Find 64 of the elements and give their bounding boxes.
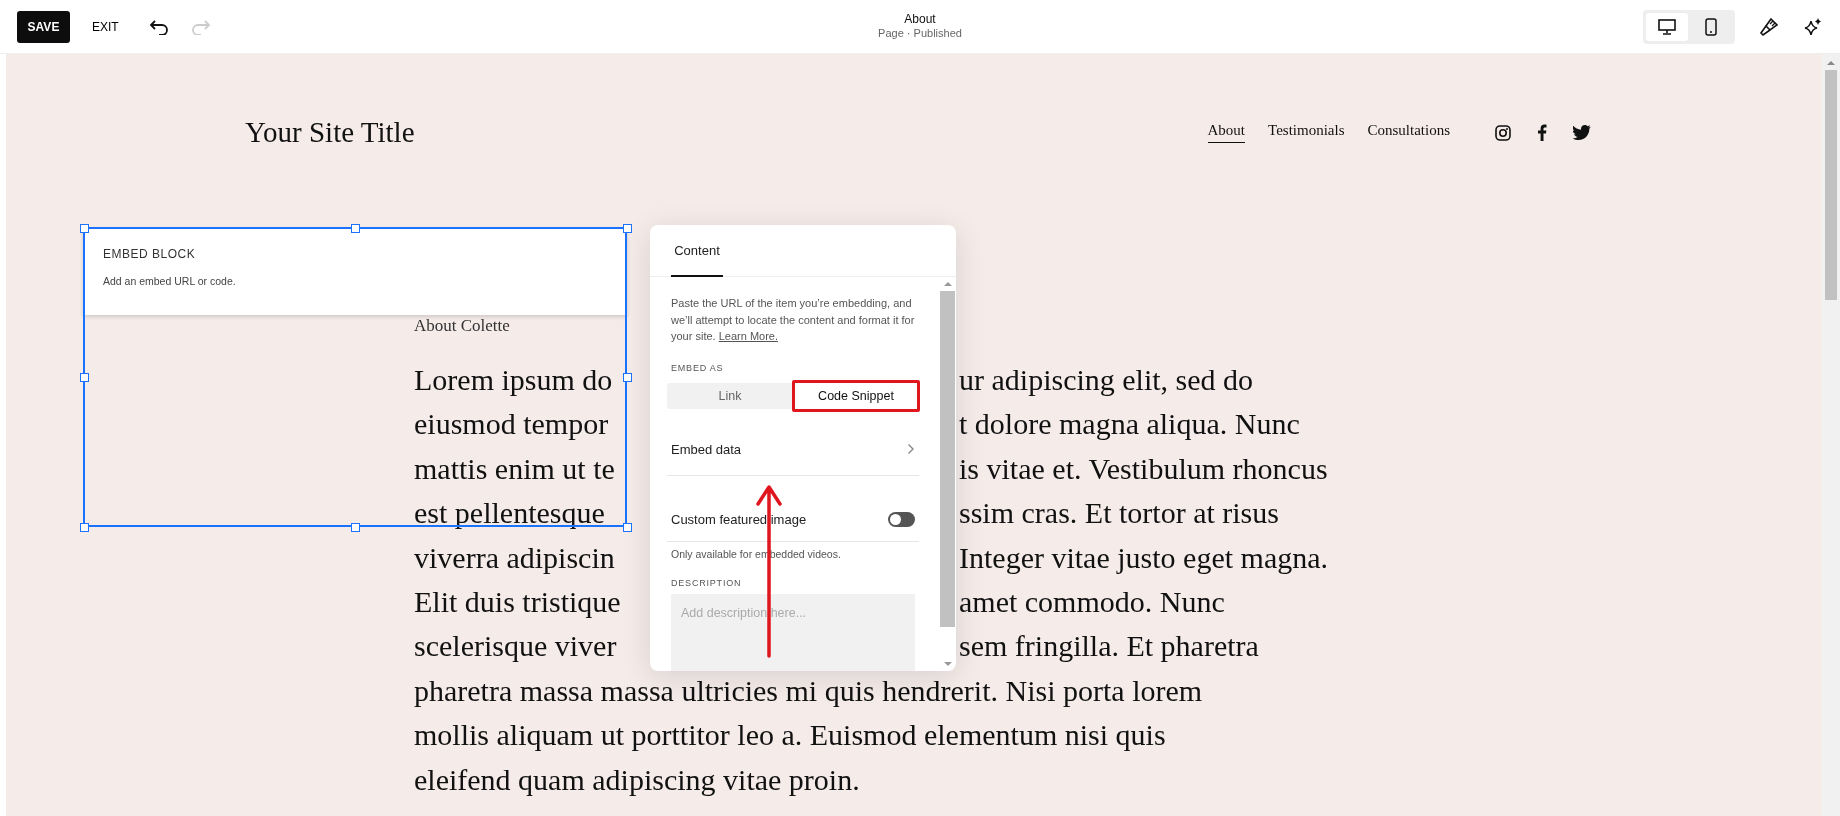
embed-block-hint: Add an embed URL or code.	[103, 275, 237, 287]
body-text: eleifend quam adipiscing vitae proin.	[414, 761, 860, 798]
facebook-icon[interactable]	[1537, 124, 1547, 141]
embed-as-label: EMBED AS	[671, 362, 725, 373]
site-title[interactable]: Your Site Title	[245, 116, 415, 149]
resize-handle[interactable]	[351, 523, 360, 532]
exit-button[interactable]: EXIT	[92, 19, 119, 34]
description-field[interactable]: Add description here...	[671, 593, 915, 671]
body-text: mattis enim ut te	[414, 450, 616, 487]
body-text: sem fringilla. Et pharetra	[959, 628, 1259, 665]
resize-handle[interactable]	[351, 224, 360, 233]
nav-link[interactable]: Consultations	[1367, 122, 1450, 143]
page-heading: About Colette	[414, 316, 510, 336]
toggle-switch[interactable]	[888, 511, 915, 527]
scroll-down-icon[interactable]	[943, 661, 952, 667]
scroll-up-icon[interactable]	[1827, 60, 1835, 66]
description-label: DESCRIPTION	[671, 577, 743, 588]
body-text: viverra adipiscin	[414, 539, 616, 576]
undo-icon[interactable]	[148, 18, 169, 35]
paintbrush-icon[interactable]	[1759, 16, 1779, 37]
embed-type-option[interactable]: Link	[667, 382, 793, 410]
desktop-button[interactable]	[1646, 12, 1688, 41]
body-text: ur adipiscing elit, sed do	[959, 362, 1254, 398]
scrollbar[interactable]	[1822, 54, 1840, 816]
resize-handle[interactable]	[80, 373, 89, 382]
embed-block-label: EMBED BLOCK	[103, 247, 197, 261]
nav-link[interactable]: Testimonials	[1268, 122, 1345, 143]
intro-text: Paste the URL of the item you’re embedding, and we’ll attempt to locate the content and format it for your site. Learn More.	[671, 296, 915, 344]
body-text: Integer vitae justo eget magna.	[959, 539, 1329, 576]
instagram-icon[interactable]	[1495, 124, 1511, 141]
resize-handle[interactable]	[80, 224, 89, 233]
save-button[interactable]: SAVE	[17, 10, 70, 43]
embed-type-option[interactable]: Code Snippet	[793, 382, 919, 410]
body-text: eiusmod tempor	[414, 406, 610, 443]
nav-link[interactable]: About	[1207, 122, 1246, 143]
body-text: ssim cras. Et tortor at risus	[959, 495, 1279, 532]
body-text: pharetra massa massa ultricies mi quis hendrerit. Nisi porta lorem	[414, 672, 1203, 709]
body-text: Elit duis tristique	[414, 584, 622, 621]
body-text: amet commodo. Nunc	[959, 584, 1225, 621]
body-text: scelerisque viver	[414, 628, 618, 665]
twitter-icon[interactable]	[1573, 125, 1591, 140]
scrollbar-thumb[interactable]	[940, 291, 955, 627]
resize-handle[interactable]	[80, 523, 89, 532]
resize-handle[interactable]	[623, 224, 632, 233]
chevron-icon	[907, 443, 915, 455]
scroll-up-icon[interactable]	[943, 281, 952, 287]
body-text: is vitae et. Vestibulum rhoncus	[959, 450, 1328, 487]
page-title: About	[904, 12, 936, 26]
learn-more-link[interactable]: Learn More.	[718, 330, 778, 342]
resize-handle[interactable]	[623, 373, 632, 382]
resize-handle[interactable]	[623, 523, 632, 532]
body-text: Lorem ipsum do	[414, 362, 614, 398]
scrollbar-thumb[interactable]	[1825, 70, 1837, 300]
custom-image-label: Custom featured image	[671, 511, 807, 527]
embed-block-card[interactable]: EMBED BLOCK Add an embed URL or code.	[83, 227, 627, 315]
body-text: est pellentesque	[414, 495, 606, 532]
phone-icon	[1705, 17, 1717, 36]
panel-tab[interactable]: Content	[671, 225, 723, 277]
sparkle-icon[interactable]	[1803, 16, 1823, 37]
monitor-icon	[1658, 18, 1676, 35]
body-text: t dolore magna aliqua. Nunc	[959, 406, 1300, 443]
body-text: mollis aliquam ut porttitor leo a. Euismod elementum nisi quis	[414, 717, 1166, 754]
page-status: Page · Published	[878, 27, 962, 39]
embed-data-row[interactable]: Embed data	[667, 423, 919, 476]
